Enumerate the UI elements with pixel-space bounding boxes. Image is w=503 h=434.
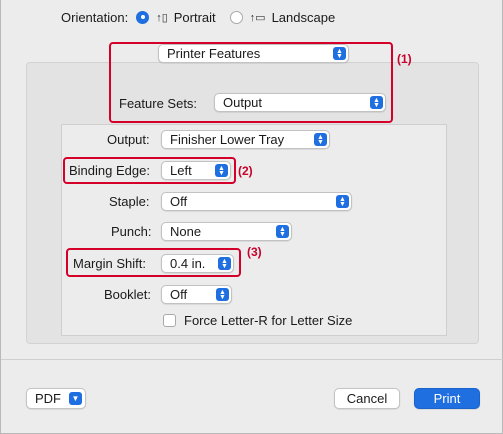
orientation-label: Orientation: bbox=[61, 9, 129, 25]
chevron-updown-icon: ▲ ▼ bbox=[314, 133, 327, 146]
annotation-box-2 bbox=[63, 157, 236, 184]
portrait-orientation-icon: ↑▯ bbox=[156, 11, 168, 24]
booklet-popup[interactable]: Off ▲ ▼ bbox=[161, 285, 232, 304]
chevron-updown-icon: ▲ ▼ bbox=[336, 195, 349, 208]
staple-label: Staple: bbox=[109, 194, 150, 209]
portrait-label[interactable]: Portrait bbox=[174, 10, 216, 25]
output-label: Output: bbox=[107, 132, 150, 147]
punch-value: None bbox=[170, 224, 202, 239]
landscape-label[interactable]: Landscape bbox=[272, 10, 336, 25]
booklet-label: Booklet: bbox=[104, 287, 151, 302]
force-letter-r-checkbox[interactable] bbox=[163, 314, 176, 327]
portrait-radio[interactable] bbox=[136, 10, 150, 24]
landscape-orientation-icon: ↑▭ bbox=[249, 11, 266, 24]
footer-separator bbox=[1, 359, 503, 360]
pdf-menu-button[interactable]: PDF ▼ bbox=[26, 388, 86, 409]
annotation-box-1 bbox=[109, 42, 393, 123]
chevron-updown-icon: ▲ ▼ bbox=[276, 225, 289, 238]
print-label: Print bbox=[433, 391, 461, 406]
landscape-radio[interactable] bbox=[229, 10, 243, 24]
force-letter-r-label[interactable]: Force Letter-R for Letter Size bbox=[184, 313, 352, 328]
annotation-label-1: (1) bbox=[397, 52, 412, 66]
output-value: Finisher Lower Tray bbox=[170, 132, 285, 147]
orientation-row: Orientation: ↑▯ Portrait ↑▭ Landscape bbox=[61, 7, 335, 27]
print-dialog: Orientation: ↑▯ Portrait ↑▭ Landscape Pr… bbox=[0, 0, 503, 434]
print-button[interactable]: Print bbox=[414, 388, 480, 409]
chevron-down-icon: ▼ bbox=[69, 392, 82, 405]
punch-label: Punch: bbox=[111, 224, 152, 239]
annotation-box-3 bbox=[66, 248, 241, 277]
chevron-updown-icon: ▲ ▼ bbox=[216, 288, 229, 301]
booklet-value: Off bbox=[170, 287, 188, 302]
staple-popup[interactable]: Off ▲ ▼ bbox=[161, 192, 352, 211]
annotation-label-2: (2) bbox=[238, 164, 253, 178]
staple-value: Off bbox=[170, 194, 188, 209]
cancel-label: Cancel bbox=[346, 391, 388, 406]
pdf-label: PDF bbox=[35, 391, 61, 406]
cancel-button[interactable]: Cancel bbox=[334, 388, 400, 409]
output-popup[interactable]: Finisher Lower Tray ▲ ▼ bbox=[161, 130, 330, 149]
punch-popup[interactable]: None ▲ ▼ bbox=[161, 222, 292, 241]
annotation-label-3: (3) bbox=[247, 245, 262, 259]
